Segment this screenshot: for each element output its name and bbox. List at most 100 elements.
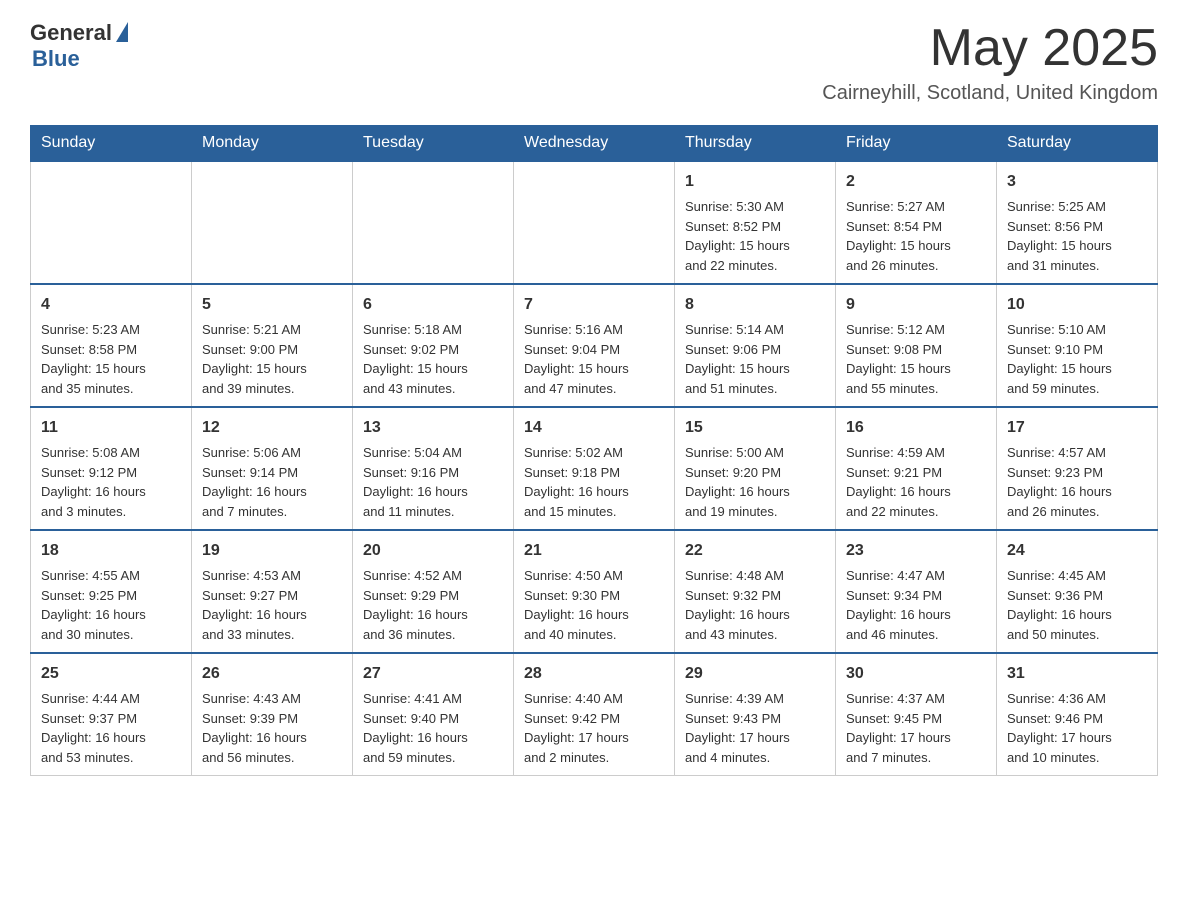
calendar-day-cell: 7 Sunrise: 5:16 AM Sunset: 9:04 PM Daylig…	[514, 284, 675, 407]
day-info: Sunrise: 5:21 AM Sunset: 9:00 PM Dayligh…	[202, 320, 342, 398]
day-number: 20	[363, 539, 503, 563]
day-info: Sunrise: 4:47 AM Sunset: 9:34 PM Dayligh…	[846, 566, 986, 644]
day-number: 4	[41, 293, 181, 317]
day-number: 15	[685, 416, 825, 440]
calendar-day-cell: 5 Sunrise: 5:21 AM Sunset: 9:00 PM Daylig…	[192, 284, 353, 407]
calendar-day-cell: 24 Sunrise: 4:45 AM Sunset: 9:36 PM Dayli…	[997, 530, 1158, 653]
calendar-day-cell: 12 Sunrise: 5:06 AM Sunset: 9:14 PM Dayli…	[192, 407, 353, 530]
day-info: Sunrise: 4:52 AM Sunset: 9:29 PM Dayligh…	[363, 566, 503, 644]
calendar-day-header: Monday	[192, 126, 353, 162]
day-number: 24	[1007, 539, 1147, 563]
calendar-day-header: Wednesday	[514, 126, 675, 162]
day-info: Sunrise: 4:48 AM Sunset: 9:32 PM Dayligh…	[685, 566, 825, 644]
day-info: Sunrise: 5:12 AM Sunset: 9:08 PM Dayligh…	[846, 320, 986, 398]
page-header: General Blue May 2025 Cairneyhill, Scotl…	[30, 20, 1158, 105]
day-info: Sunrise: 5:06 AM Sunset: 9:14 PM Dayligh…	[202, 443, 342, 521]
logo: General Blue	[30, 20, 128, 72]
location-subtitle: Cairneyhill, Scotland, United Kingdom	[822, 82, 1158, 105]
calendar-week-row: 1Sunrise: 5:30 AM Sunset: 8:52 PM Daylig…	[31, 161, 1158, 284]
day-number: 18	[41, 539, 181, 563]
day-number: 9	[846, 293, 986, 317]
day-number: 13	[363, 416, 503, 440]
day-info: Sunrise: 5:00 AM Sunset: 9:20 PM Dayligh…	[685, 443, 825, 521]
calendar-day-cell	[353, 161, 514, 284]
day-info: Sunrise: 4:37 AM Sunset: 9:45 PM Dayligh…	[846, 689, 986, 767]
calendar-day-cell: 25 Sunrise: 4:44 AM Sunset: 9:37 PM Dayli…	[31, 653, 192, 776]
day-info: Sunrise: 5:23 AM Sunset: 8:58 PM Dayligh…	[41, 320, 181, 398]
day-info: Sunrise: 5:25 AM Sunset: 8:56 PM Dayligh…	[1007, 197, 1147, 275]
calendar-day-cell: 8 Sunrise: 5:14 AM Sunset: 9:06 PM Daylig…	[675, 284, 836, 407]
day-info: Sunrise: 5:27 AM Sunset: 8:54 PM Dayligh…	[846, 197, 986, 275]
calendar-day-cell	[514, 161, 675, 284]
day-info: Sunrise: 4:36 AM Sunset: 9:46 PM Dayligh…	[1007, 689, 1147, 767]
day-number: 14	[524, 416, 664, 440]
day-number: 23	[846, 539, 986, 563]
day-info: Sunrise: 5:30 AM Sunset: 8:52 PM Dayligh…	[685, 197, 825, 275]
calendar-day-cell: 20 Sunrise: 4:52 AM Sunset: 9:29 PM Dayli…	[353, 530, 514, 653]
day-number: 21	[524, 539, 664, 563]
day-number: 2	[846, 170, 986, 194]
day-info: Sunrise: 4:53 AM Sunset: 9:27 PM Dayligh…	[202, 566, 342, 644]
day-number: 12	[202, 416, 342, 440]
calendar-day-cell: 17 Sunrise: 4:57 AM Sunset: 9:23 PM Dayli…	[997, 407, 1158, 530]
month-year-title: May 2025	[822, 20, 1158, 77]
calendar-day-cell: 9 Sunrise: 5:12 AM Sunset: 9:08 PM Daylig…	[836, 284, 997, 407]
day-number: 17	[1007, 416, 1147, 440]
day-number: 8	[685, 293, 825, 317]
day-number: 25	[41, 662, 181, 686]
calendar-day-cell: 18 Sunrise: 4:55 AM Sunset: 9:25 PM Dayli…	[31, 530, 192, 653]
calendar-day-cell	[31, 161, 192, 284]
day-info: Sunrise: 4:41 AM Sunset: 9:40 PM Dayligh…	[363, 689, 503, 767]
calendar-day-header: Tuesday	[353, 126, 514, 162]
calendar-day-cell: 10 Sunrise: 5:10 AM Sunset: 9:10 PM Dayli…	[997, 284, 1158, 407]
calendar-day-cell: 27 Sunrise: 4:41 AM Sunset: 9:40 PM Dayli…	[353, 653, 514, 776]
day-number: 10	[1007, 293, 1147, 317]
day-number: 22	[685, 539, 825, 563]
day-number: 27	[363, 662, 503, 686]
calendar-header-row: SundayMondayTuesdayWednesdayThursdayFrid…	[31, 126, 1158, 162]
calendar-day-cell: 4 Sunrise: 5:23 AM Sunset: 8:58 PM Daylig…	[31, 284, 192, 407]
calendar-day-cell: 31Sunrise: 4:36 AM Sunset: 9:46 PM Dayli…	[997, 653, 1158, 776]
calendar-day-cell: 1Sunrise: 5:30 AM Sunset: 8:52 PM Daylig…	[675, 161, 836, 284]
day-info: Sunrise: 4:39 AM Sunset: 9:43 PM Dayligh…	[685, 689, 825, 767]
logo-triangle-icon	[116, 22, 128, 42]
calendar-day-cell: 19 Sunrise: 4:53 AM Sunset: 9:27 PM Dayli…	[192, 530, 353, 653]
day-info: Sunrise: 4:50 AM Sunset: 9:30 PM Dayligh…	[524, 566, 664, 644]
calendar-day-header: Friday	[836, 126, 997, 162]
logo-blue-text: Blue	[32, 46, 80, 72]
calendar-day-cell: 15 Sunrise: 5:00 AM Sunset: 9:20 PM Dayli…	[675, 407, 836, 530]
calendar-day-cell: 3Sunrise: 5:25 AM Sunset: 8:56 PM Daylig…	[997, 161, 1158, 284]
title-section: May 2025 Cairneyhill, Scotland, United K…	[822, 20, 1158, 105]
day-info: Sunrise: 4:57 AM Sunset: 9:23 PM Dayligh…	[1007, 443, 1147, 521]
logo-general-text: General	[30, 20, 112, 46]
calendar-day-cell: 11 Sunrise: 5:08 AM Sunset: 9:12 PM Dayli…	[31, 407, 192, 530]
calendar-day-cell	[192, 161, 353, 284]
day-info: Sunrise: 4:44 AM Sunset: 9:37 PM Dayligh…	[41, 689, 181, 767]
calendar-day-cell: 6Sunrise: 5:18 AM Sunset: 9:02 PM Daylig…	[353, 284, 514, 407]
day-number: 28	[524, 662, 664, 686]
calendar-week-row: 11 Sunrise: 5:08 AM Sunset: 9:12 PM Dayli…	[31, 407, 1158, 530]
day-number: 19	[202, 539, 342, 563]
day-info: Sunrise: 5:14 AM Sunset: 9:06 PM Dayligh…	[685, 320, 825, 398]
day-number: 7	[524, 293, 664, 317]
calendar-day-cell: 28Sunrise: 4:40 AM Sunset: 9:42 PM Dayli…	[514, 653, 675, 776]
day-number: 6	[363, 293, 503, 317]
day-number: 30	[846, 662, 986, 686]
day-info: Sunrise: 4:59 AM Sunset: 9:21 PM Dayligh…	[846, 443, 986, 521]
calendar-week-row: 18 Sunrise: 4:55 AM Sunset: 9:25 PM Dayli…	[31, 530, 1158, 653]
calendar-day-cell: 2 Sunrise: 5:27 AM Sunset: 8:54 PM Daylig…	[836, 161, 997, 284]
day-number: 26	[202, 662, 342, 686]
calendar-week-row: 25 Sunrise: 4:44 AM Sunset: 9:37 PM Dayli…	[31, 653, 1158, 776]
day-info: Sunrise: 5:04 AM Sunset: 9:16 PM Dayligh…	[363, 443, 503, 521]
day-number: 11	[41, 416, 181, 440]
day-info: Sunrise: 4:45 AM Sunset: 9:36 PM Dayligh…	[1007, 566, 1147, 644]
calendar-day-cell: 29Sunrise: 4:39 AM Sunset: 9:43 PM Dayli…	[675, 653, 836, 776]
calendar-day-cell: 26Sunrise: 4:43 AM Sunset: 9:39 PM Dayli…	[192, 653, 353, 776]
calendar-week-row: 4 Sunrise: 5:23 AM Sunset: 8:58 PM Daylig…	[31, 284, 1158, 407]
day-info: Sunrise: 5:16 AM Sunset: 9:04 PM Dayligh…	[524, 320, 664, 398]
day-info: Sunrise: 4:55 AM Sunset: 9:25 PM Dayligh…	[41, 566, 181, 644]
calendar-day-header: Thursday	[675, 126, 836, 162]
day-number: 5	[202, 293, 342, 317]
day-info: Sunrise: 5:08 AM Sunset: 9:12 PM Dayligh…	[41, 443, 181, 521]
day-info: Sunrise: 5:10 AM Sunset: 9:10 PM Dayligh…	[1007, 320, 1147, 398]
